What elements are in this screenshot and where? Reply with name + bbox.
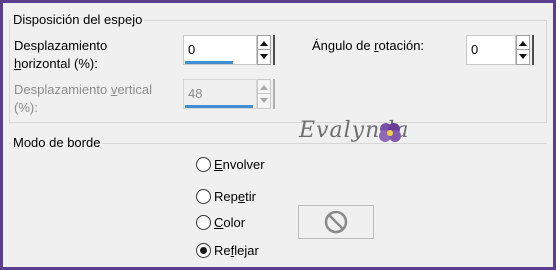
border-mode-group-box (9, 143, 547, 263)
radio-button[interactable] (196, 156, 211, 172)
border-color-swatch[interactable] (298, 205, 374, 239)
radio-label: Color (214, 214, 246, 230)
focus-underline (185, 61, 233, 64)
radio-color[interactable]: Color (196, 212, 245, 232)
focus-underline (185, 105, 253, 108)
radio-button[interactable] (196, 188, 211, 204)
arrow-up-icon[interactable] (258, 80, 270, 94)
arrow-up-icon[interactable] (517, 36, 529, 50)
horizontal-offset-dropdown-handle[interactable] (273, 35, 275, 65)
radio-button[interactable] (196, 214, 211, 230)
arrow-down-icon[interactable] (258, 94, 270, 108)
radio-repetir[interactable]: Repetir (196, 186, 256, 206)
rotation-angle-arrows (516, 35, 530, 65)
dialog-panel: Disposición del espejo Desplazamiento ho… (3, 3, 553, 267)
vertical-offset-arrows (257, 79, 271, 109)
rotation-angle-label: Ángulo de rotación: (312, 38, 425, 53)
radio-label: Envolver (214, 156, 265, 172)
arrow-down-icon[interactable] (517, 50, 529, 64)
border-mode-group-title: Modo de borde (11, 135, 103, 151)
rotation-angle-input[interactable]: 0 (466, 35, 516, 65)
radio-reflejar[interactable]: Reflejar (196, 240, 259, 260)
radio-envolver[interactable]: Envolver (196, 154, 265, 174)
mirror-group-title: Disposición del espejo (11, 12, 145, 28)
no-color-icon (324, 210, 348, 234)
arrow-up-icon[interactable] (258, 36, 270, 50)
horizontal-offset-label: Desplazamiento horizontal (%): (14, 38, 108, 71)
rotation-angle-dropdown-handle[interactable] (532, 35, 534, 65)
vertical-offset-label: Desplazamiento vertical (%): (14, 82, 153, 115)
vertical-offset-dropdown-handle[interactable] (273, 79, 275, 109)
radio-label: Repetir (214, 188, 256, 204)
arrow-down-icon[interactable] (258, 50, 270, 64)
radio-button-selected[interactable] (196, 242, 211, 258)
radio-label: Reflejar (214, 242, 259, 258)
horizontal-offset-arrows (257, 35, 271, 65)
